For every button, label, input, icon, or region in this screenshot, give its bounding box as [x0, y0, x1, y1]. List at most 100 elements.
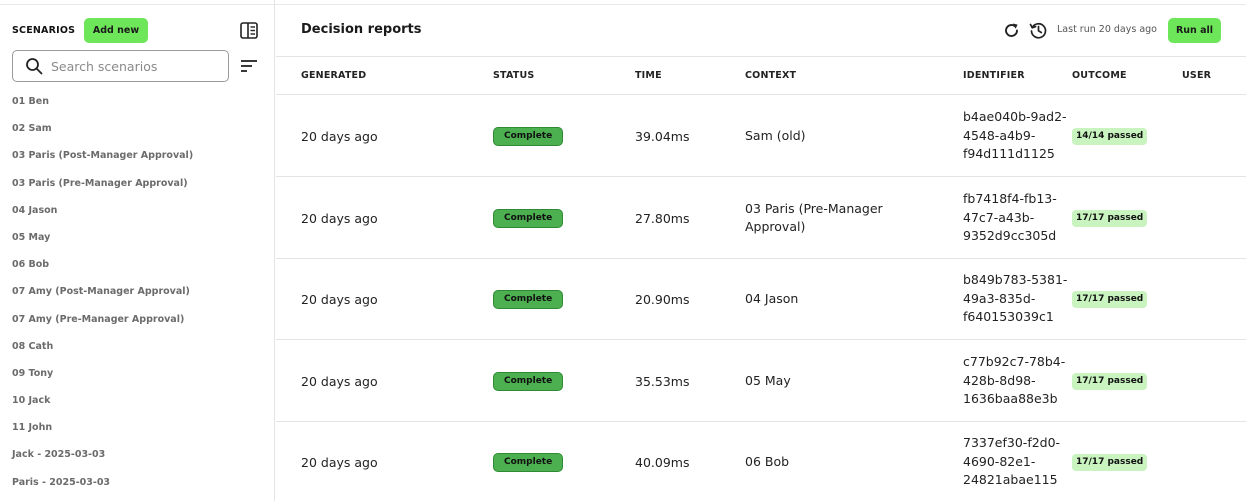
- status-cell: Complete: [493, 177, 564, 259]
- generated-cell: 20 days ago: [301, 454, 378, 470]
- context-text: Sam (old): [745, 128, 806, 143]
- column-header-time[interactable]: TIME: [635, 70, 662, 81]
- identifier-cell: 7337ef30-f2d0- 4690-82e1- 24821abae115: [963, 421, 1060, 501]
- scenario-item[interactable]: 07 Amy (Post-Manager Approval): [12, 279, 262, 306]
- history-icon[interactable]: [1029, 21, 1048, 40]
- identifier-line: f640153039c1: [963, 309, 1054, 325]
- status-cell: Complete: [493, 421, 564, 501]
- outcome-cell: 17/17 passed: [1072, 421, 1148, 501]
- refresh-icon[interactable]: [1003, 22, 1020, 39]
- identifier-cell: fb7418f4-fb13- 47c7-a43b- 9352d9cc305d: [963, 177, 1057, 259]
- outcome-cell: 17/17 passed: [1072, 258, 1148, 340]
- decision-reports-panel: Decision reports Last run 20 days ago Ru…: [276, 0, 1246, 501]
- search-input[interactable]: [51, 56, 221, 76]
- identifier-cell: b849b783-5381- 49a3-835d- f640153039c1: [963, 258, 1067, 340]
- scenario-item[interactable]: 08 Cath: [12, 334, 262, 361]
- sidebar-header: SCENARIOS Add new: [12, 18, 262, 44]
- add-new-button[interactable]: Add new: [84, 18, 148, 43]
- scenario-item[interactable]: 11 John: [12, 415, 262, 442]
- run-all-button[interactable]: Run all: [1168, 18, 1221, 43]
- identifier-line: 49a3-835d-: [963, 290, 1036, 306]
- scenario-item[interactable]: 02 Sam: [12, 116, 262, 143]
- identifier-line: c77b92c7-78b4-: [963, 354, 1066, 370]
- identifier-line: 1636baa88e3b: [963, 391, 1058, 407]
- context-line: 03 Paris (Pre-Manager: [745, 201, 883, 216]
- time-cell: 35.53ms: [635, 373, 690, 389]
- identifier-line: 4548-a4b9-: [963, 127, 1036, 143]
- identifier-line: 428b-8d98-: [963, 372, 1036, 388]
- identifier-line: 9352d9cc305d: [963, 228, 1057, 244]
- outcome-badge: 17/17 passed: [1072, 209, 1148, 227]
- context-cell: Sam (old): [745, 95, 806, 177]
- outcome-badge: 17/17 passed: [1072, 372, 1148, 390]
- main-header: Decision reports Last run 20 days ago Ru…: [276, 5, 1246, 57]
- context-cell: 06 Bob: [745, 421, 789, 501]
- outcome-cell: 14/14 passed: [1072, 95, 1148, 177]
- scenario-item[interactable]: 04 Jason: [12, 198, 262, 225]
- identifier-cell: c77b92c7-78b4- 428b-8d98- 1636baa88e3b: [963, 340, 1065, 422]
- panel-toggle-icon[interactable]: [240, 22, 258, 39]
- scenario-item[interactable]: 09 Tony: [12, 361, 262, 388]
- identifier-cell: b4ae040b-9ad2- 4548-a4b9- f94d111d1125: [963, 95, 1067, 177]
- time-cell: 27.80ms: [635, 210, 690, 226]
- scenario-list: 01 Ben 02 Sam 03 Paris (Post-Manager App…: [12, 89, 262, 497]
- column-header-context[interactable]: CONTEXT: [745, 70, 796, 81]
- page-title: Decision reports: [301, 22, 422, 37]
- context-cell: 03 Paris (Pre-Manager Approval): [745, 177, 883, 259]
- identifier-line: 4690-82e1-: [963, 453, 1036, 469]
- identifier-line: 47c7-a43b-: [963, 209, 1035, 225]
- scenario-item[interactable]: 03 Paris (Post-Manager Approval): [12, 143, 262, 170]
- generated-cell: 20 days ago: [301, 373, 378, 389]
- context-text: 06 Bob: [745, 454, 790, 469]
- status-cell: Complete: [493, 258, 564, 340]
- table-row[interactable]: 20 days ago Complete 35.53ms 05 May c77b…: [276, 340, 1246, 422]
- outcome-badge: 14/14 passed: [1072, 127, 1148, 145]
- status-badge: Complete: [493, 208, 564, 228]
- status-badge: Complete: [493, 371, 564, 391]
- scenario-item[interactable]: 10 Jack: [12, 388, 262, 415]
- context-text: 05 May: [745, 373, 791, 388]
- outcome-badge: 17/17 passed: [1072, 290, 1148, 308]
- identifier-line: b4ae040b-9ad2-: [963, 109, 1067, 125]
- context-cell: 05 May: [745, 340, 791, 422]
- scenario-item[interactable]: Jack - 2025-03-03: [12, 442, 262, 469]
- identifier-line: 7337ef30-f2d0-: [963, 435, 1061, 451]
- table-row[interactable]: 20 days ago Complete 27.80ms 03 Paris (P…: [276, 177, 1246, 259]
- scenario-item[interactable]: Paris - 2025-03-03: [12, 470, 262, 497]
- identifier-line: 24821abae115: [963, 472, 1058, 488]
- generated-cell: 20 days ago: [301, 210, 378, 226]
- sidebar-title: SCENARIOS: [12, 25, 76, 36]
- scenario-item[interactable]: 01 Ben: [12, 89, 262, 116]
- generated-cell: 20 days ago: [301, 128, 378, 144]
- last-run-text: Last run 20 days ago: [1057, 24, 1157, 35]
- status-badge: Complete: [493, 126, 564, 146]
- column-header-status[interactable]: STATUS: [493, 70, 534, 81]
- column-header-outcome[interactable]: OUTCOME: [1072, 70, 1127, 81]
- scenario-item[interactable]: 03 Paris (Pre-Manager Approval): [12, 171, 262, 198]
- time-cell: 40.09ms: [635, 454, 690, 470]
- column-header-user[interactable]: USER: [1182, 70, 1211, 81]
- context-cell: 04 Jason: [745, 258, 798, 340]
- outcome-cell: 17/17 passed: [1072, 340, 1148, 422]
- context-text: 04 Jason: [745, 291, 799, 306]
- context-line: Approval): [745, 219, 806, 234]
- search-scenarios-field[interactable]: [12, 50, 229, 82]
- scenario-item[interactable]: 07 Amy (Pre-Manager Approval): [12, 307, 262, 334]
- identifier-line: f94d111d1125: [963, 146, 1055, 162]
- scenario-item[interactable]: 05 May: [12, 225, 262, 252]
- table-row[interactable]: 20 days ago Complete 20.90ms 04 Jason b8…: [276, 258, 1246, 340]
- column-header-identifier[interactable]: IDENTIFIER: [963, 70, 1025, 81]
- status-badge: Complete: [493, 289, 564, 309]
- time-cell: 20.90ms: [635, 291, 690, 307]
- status-badge: Complete: [493, 452, 564, 472]
- scenario-item[interactable]: 06 Bob: [12, 252, 262, 279]
- search-icon: [26, 58, 43, 75]
- identifier-line: fb7418f4-fb13-: [963, 191, 1057, 207]
- table-row[interactable]: 20 days ago Complete 40.09ms 06 Bob 7337…: [276, 421, 1246, 501]
- identifier-line: b849b783-5381-: [963, 272, 1068, 288]
- table-row[interactable]: 20 days ago Complete 39.04ms Sam (old) b…: [276, 95, 1246, 177]
- column-header-generated[interactable]: GENERATED: [301, 70, 366, 81]
- status-cell: Complete: [493, 95, 564, 177]
- sort-icon[interactable]: [240, 58, 258, 74]
- generated-cell: 20 days ago: [301, 291, 378, 307]
